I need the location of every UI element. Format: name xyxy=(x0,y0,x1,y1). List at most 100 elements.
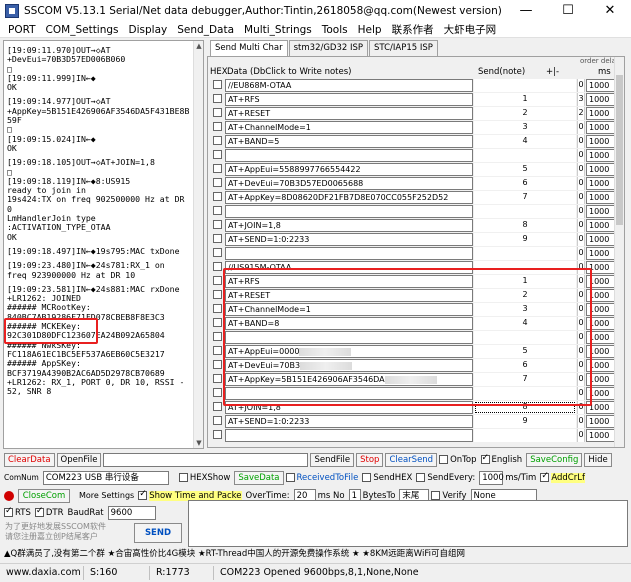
hex-checkbox[interactable] xyxy=(213,290,222,299)
hex-checkbox[interactable] xyxy=(213,164,222,173)
send-row-button[interactable]: 3 xyxy=(474,121,576,134)
minimize-button[interactable]: — xyxy=(505,0,547,22)
order-field[interactable]: 0 xyxy=(577,191,585,204)
data-field[interactable]: AT+RFS xyxy=(225,93,473,106)
order-field[interactable]: 0 xyxy=(577,79,585,92)
hex-checkbox[interactable] xyxy=(213,150,222,159)
order-field[interactable]: 0 xyxy=(577,177,585,190)
delay-ms-field[interactable]: 1000 xyxy=(586,415,616,428)
send-row-button[interactable] xyxy=(474,149,576,162)
send-every-checkbox[interactable] xyxy=(416,473,426,482)
open-file-button[interactable]: OpenFile xyxy=(56,452,102,467)
grid-scroll-thumb[interactable] xyxy=(616,75,623,225)
hex-checkbox[interactable] xyxy=(213,178,222,187)
save-data-button[interactable]: SaveData xyxy=(234,470,284,485)
send-file-button[interactable]: SendFile xyxy=(310,452,355,467)
send-button[interactable]: SEND xyxy=(134,523,182,543)
order-field[interactable]: 3 xyxy=(577,93,585,106)
delay-ms-field[interactable]: 1000 xyxy=(586,79,616,92)
close-button[interactable]: ✕ xyxy=(589,0,631,22)
data-field[interactable]: AT+ChannelMode=1 xyxy=(225,121,473,134)
hex-show-checkbox[interactable] xyxy=(178,473,188,482)
hex-checkbox[interactable] xyxy=(213,304,222,313)
order-field[interactable]: 0 xyxy=(577,429,585,442)
hex-checkbox[interactable] xyxy=(213,374,222,383)
order-field[interactable]: 0 xyxy=(577,219,585,232)
hex-checkbox[interactable] xyxy=(213,346,222,355)
send-row-button[interactable] xyxy=(474,247,576,260)
order-field[interactable]: 0 xyxy=(577,121,585,134)
more-settings-link[interactable]: More Settings xyxy=(79,491,134,500)
delay-ms-field[interactable]: 1000 xyxy=(586,149,616,162)
hex-checkbox[interactable] xyxy=(213,80,222,89)
menu-port[interactable]: PORT xyxy=(0,24,41,36)
dtr-checkbox[interactable] xyxy=(34,506,44,517)
order-field[interactable]: 0 xyxy=(577,233,585,246)
tab-send-multi-char[interactable]: Send Multi Char xyxy=(210,40,288,56)
hex-checkbox[interactable] xyxy=(213,234,222,243)
add-crlf-checkbox[interactable] xyxy=(540,471,550,482)
data-field[interactable]: AT+SEND=1:0:2233 xyxy=(225,233,473,246)
hex-checkbox[interactable] xyxy=(213,388,222,397)
maximize-button[interactable]: ☐ xyxy=(547,0,589,22)
tab-stm32-isp[interactable]: stm32/GD32 ISP xyxy=(288,40,369,56)
send-row-button[interactable] xyxy=(474,429,576,442)
news-ticker[interactable]: ▲Q群满员了,没有第二个群 ★合宙高性价比4G模块 ★RT-Thread中国人的… xyxy=(0,546,631,563)
delay-ms-field[interactable]: 1000 xyxy=(586,191,616,204)
log-scrollbar[interactable]: ▲ ▼ xyxy=(193,41,203,448)
data-field[interactable]: AT+BAND=5 xyxy=(225,135,473,148)
order-field[interactable]: 0 xyxy=(577,415,585,428)
menu-com-settings[interactable]: COM_Settings xyxy=(41,24,124,36)
hex-checkbox[interactable] xyxy=(213,430,222,439)
data-field[interactable] xyxy=(225,429,473,442)
data-field[interactable]: AT+SEND=1:0:2233 xyxy=(225,415,473,428)
send-row-button[interactable]: 9 xyxy=(474,233,576,246)
status-website[interactable]: www.daxia.com xyxy=(0,566,84,580)
order-field[interactable]: 0 xyxy=(577,149,585,162)
menu-daxia-site[interactable]: 大虾电子网 xyxy=(439,22,502,37)
delay-ms-field[interactable]: 1000 xyxy=(586,247,616,260)
english-checkbox[interactable] xyxy=(480,453,490,464)
delay-ms-field[interactable]: 1000 xyxy=(586,233,616,246)
send-text-area[interactable] xyxy=(188,500,628,547)
menu-multi-strings[interactable]: Multi_Strings xyxy=(239,24,317,36)
order-field[interactable]: 0 xyxy=(577,247,585,260)
delay-ms-field[interactable]: 1000 xyxy=(586,107,616,120)
hex-checkbox[interactable] xyxy=(213,276,222,285)
data-field[interactable] xyxy=(225,149,473,162)
hex-checkbox[interactable] xyxy=(213,416,222,425)
scroll-up-icon[interactable]: ▲ xyxy=(194,41,203,51)
rts-checkbox[interactable] xyxy=(4,506,13,517)
send-row-button[interactable]: 6 xyxy=(474,177,576,190)
save-config-button[interactable]: SaveConfig xyxy=(526,452,583,467)
send-row-button[interactable]: 1 xyxy=(474,93,576,106)
menu-contact-author[interactable]: 联系作者 xyxy=(387,22,439,37)
send-row-button[interactable]: 5 xyxy=(474,163,576,176)
order-header[interactable]: +|- xyxy=(546,67,559,77)
order-field[interactable]: 0 xyxy=(577,135,585,148)
com-port-select[interactable]: COM223 USB 串行设备 xyxy=(42,470,169,485)
file-path-field[interactable] xyxy=(103,452,309,467)
received-to-file-checkbox[interactable] xyxy=(285,473,295,482)
data-field[interactable]: AT+DevEui=70B3D57ED0065688 xyxy=(225,177,473,190)
hex-checkbox[interactable] xyxy=(213,360,222,369)
clear-data-button[interactable]: ClearData xyxy=(4,452,55,467)
delay-ms-field[interactable]: 1000 xyxy=(586,429,616,442)
send-row-button[interactable]: 9 xyxy=(474,415,576,428)
close-com-button[interactable]: CloseCom xyxy=(18,488,70,503)
hex-checkbox[interactable] xyxy=(213,108,222,117)
data-field[interactable]: AT+JOIN=1,8 xyxy=(225,219,473,232)
hex-checkbox[interactable] xyxy=(213,248,222,257)
send-row-button[interactable] xyxy=(474,79,576,92)
hex-checkbox[interactable] xyxy=(213,220,222,229)
clear-send-button[interactable]: ClearSend xyxy=(385,452,438,467)
delay-ms-field[interactable]: 1000 xyxy=(586,135,616,148)
menu-tools[interactable]: Tools xyxy=(317,24,353,36)
show-time-checkbox[interactable] xyxy=(138,489,148,500)
delay-ms-field[interactable]: 1000 xyxy=(586,219,616,232)
tab-stc-isp[interactable]: STC/IAP15 ISP xyxy=(369,40,438,56)
data-field[interactable]: AT+AppEui=5588997766554422 xyxy=(225,163,473,176)
menu-send-data[interactable]: Send_Data xyxy=(172,24,239,36)
order-field[interactable]: 0 xyxy=(577,163,585,176)
send-row-button[interactable]: 2 xyxy=(474,107,576,120)
